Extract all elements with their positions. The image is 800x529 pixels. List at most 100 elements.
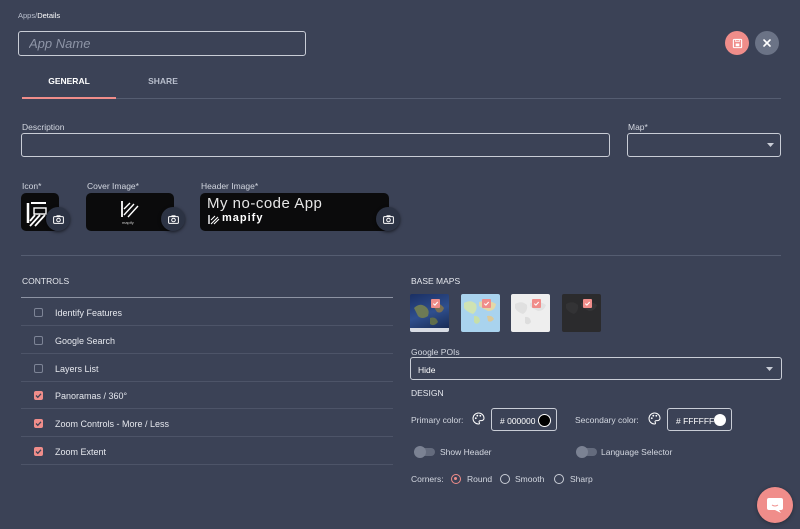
secondary-color-value: # FFFFFF (676, 416, 715, 426)
chat-icon (767, 497, 783, 513)
google-pois-select[interactable]: Hide (410, 357, 782, 380)
language-selector-toggle[interactable] (576, 446, 597, 458)
header-image: My no-code App mapify (200, 193, 389, 231)
checkbox-zoom-controls[interactable] (34, 419, 43, 428)
zoom-controls-label: Zoom Controls - More / Less (55, 419, 170, 429)
check-icon (432, 301, 439, 306)
camera-icon (167, 214, 179, 224)
chevron-down-icon (767, 143, 774, 147)
cover-brand-text: mapify (122, 220, 134, 225)
mapify-mark-icon (121, 201, 139, 218)
tab-share-label: SHARE (148, 76, 178, 86)
corners-smooth-radio[interactable] (500, 474, 510, 484)
palette-icon[interactable] (472, 412, 485, 425)
breadcrumb-current: Details (37, 11, 61, 20)
base-maps-title: BASE MAPS (411, 276, 461, 286)
save-button[interactable] (725, 31, 749, 55)
map-select[interactable] (627, 133, 781, 157)
check-icon (35, 449, 42, 455)
satellite-map-thumbnail (410, 303, 449, 332)
basemap-check (532, 299, 541, 308)
header-upload-button[interactable] (376, 207, 400, 231)
checkbox-panoramas[interactable] (34, 391, 43, 400)
close-button[interactable] (755, 31, 779, 55)
corners-round-radio[interactable] (451, 474, 461, 484)
show-header-toggle[interactable] (414, 446, 435, 458)
language-selector-label: Language Selector (601, 447, 673, 457)
tab-general[interactable]: GENERAL (22, 76, 116, 98)
tab-general-label: GENERAL (48, 76, 90, 86)
row-divider (21, 353, 393, 354)
camera-icon (382, 214, 394, 224)
app-name-input[interactable] (19, 32, 305, 55)
dark-map-thumbnail (566, 301, 597, 314)
close-icon (763, 39, 771, 47)
icon-upload-button[interactable] (46, 207, 70, 231)
checkbox-google-search[interactable] (34, 336, 43, 345)
corners-label: Corners: (411, 474, 444, 484)
corners-round-label: Round (467, 474, 493, 484)
chat-button[interactable] (757, 487, 793, 523)
checkbox-layers-list[interactable] (34, 364, 43, 373)
controls-title: CONTROLS (22, 276, 70, 286)
check-icon (483, 301, 490, 306)
row-divider (21, 408, 393, 409)
map-label: Map* (628, 122, 648, 132)
basemap-check (583, 299, 592, 308)
save-icon (732, 38, 742, 48)
header-image-title: My no-code App (207, 195, 323, 212)
panoramas-label: Panoramas / 360° (55, 391, 128, 401)
breadcrumb-parent[interactable]: Apps/ (18, 11, 37, 20)
basemap-terrain[interactable] (461, 294, 500, 332)
basemap-light[interactable] (511, 294, 550, 332)
chevron-down-icon (766, 367, 773, 371)
show-header-label: Show Header (440, 447, 492, 457)
row-divider (21, 381, 393, 382)
zoom-extent-label: Zoom Extent (55, 447, 107, 457)
check-icon (35, 393, 42, 399)
app-name-field[interactable] (18, 31, 306, 56)
row-divider (21, 325, 393, 326)
mapify-mark-icon (208, 215, 220, 225)
layers-list-label: Layers List (55, 364, 99, 374)
identify-features-label: Identify Features (55, 308, 123, 318)
cover-image-label: Cover Image* (87, 181, 139, 191)
cover-upload-button[interactable] (161, 207, 185, 231)
palette-icon[interactable] (648, 412, 661, 425)
breadcrumb: Apps/Details (18, 11, 60, 20)
checkbox-identify-features[interactable] (34, 308, 43, 317)
google-pois-value: Hide (418, 365, 436, 375)
basemap-check (482, 299, 491, 308)
row-divider (21, 436, 393, 437)
section-divider (21, 255, 781, 256)
header-brand-text: mapify (222, 212, 264, 224)
google-pois-label: Google POIs (411, 347, 460, 357)
basemap-check (431, 299, 440, 308)
tab-share[interactable]: SHARE (116, 76, 210, 98)
primary-color-input[interactable]: # 000000 (491, 408, 557, 431)
primary-color-value: # 000000 (500, 416, 536, 426)
basemap-satellite[interactable] (410, 294, 449, 332)
check-icon (35, 421, 42, 427)
cover-image: mapify (86, 193, 174, 231)
secondary-color-label: Secondary color: (575, 415, 639, 425)
description-label: Description (22, 122, 65, 132)
header-image-label: Header Image* (201, 181, 259, 191)
light-map-thumbnail (515, 301, 546, 325)
google-search-label: Google Search (55, 336, 116, 346)
tabs-divider (116, 98, 781, 99)
description-field[interactable] (21, 133, 610, 157)
check-icon (533, 301, 540, 306)
basemap-dark[interactable] (562, 294, 601, 332)
secondary-color-swatch[interactable] (714, 414, 726, 426)
checkbox-zoom-extent[interactable] (34, 447, 43, 456)
primary-color-swatch[interactable] (538, 414, 551, 427)
design-title: DESIGN (411, 388, 444, 398)
corners-sharp-radio[interactable] (554, 474, 564, 484)
terrain-map-thumbnail (464, 300, 496, 324)
corners-smooth-label: Smooth (515, 474, 545, 484)
primary-color-label: Primary color: (411, 415, 464, 425)
secondary-color-input[interactable]: # FFFFFF (667, 408, 732, 431)
tab-general-indicator (22, 97, 116, 99)
controls-top-divider (21, 297, 393, 298)
